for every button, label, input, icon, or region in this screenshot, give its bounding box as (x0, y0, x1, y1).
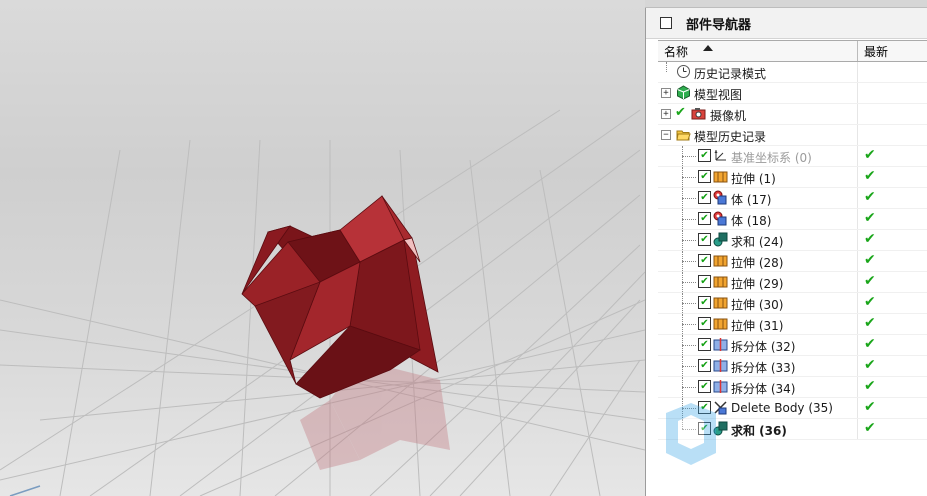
visibility-checkbox[interactable]: ✔ (698, 191, 711, 204)
tree-item-label: 拆分体 (33) (731, 361, 796, 375)
tree-item-feature[interactable]: ✔ 基准坐标系 (0) ✔ (658, 146, 927, 167)
collapse-minus-icon[interactable]: − (661, 130, 671, 140)
visibility-checkbox[interactable]: ✔ (698, 254, 711, 267)
tree-item-feature[interactable]: ✔ 拆分体 (32) ✔ (658, 335, 927, 356)
tree-item-label: 体 (18) (731, 214, 772, 228)
split-body-icon (713, 379, 728, 394)
expand-plus-icon[interactable]: + (661, 109, 671, 119)
column-header: 名称 最新 (658, 40, 927, 62)
split-body-icon (713, 337, 728, 352)
3d-scene (0, 109, 645, 496)
visibility-checkbox[interactable]: ✔ (698, 296, 711, 309)
tree-item-label: Delete Body (35) (731, 401, 833, 415)
tree-item-label: 拉伸 (28) (731, 256, 784, 270)
tree-item-feature[interactable]: ✔ 拉伸 (29) ✔ (658, 272, 927, 293)
latest-check-icon: ✔ (864, 294, 876, 310)
tree-item-model-views[interactable]: + 模型视图 (658, 83, 927, 104)
clock-icon (677, 65, 690, 78)
model-views-icon (677, 85, 690, 100)
tree-item-label: 模型视图 (694, 88, 743, 102)
visibility-checkbox[interactable]: ✔ (698, 212, 711, 225)
sort-ascending-icon[interactable] (703, 45, 713, 51)
visibility-checkbox[interactable]: ✔ (698, 170, 711, 183)
navigator-title: 部件导航器 (686, 17, 752, 33)
tree-item-label: 拆分体 (32) (731, 340, 796, 354)
tree-item-label: 基准坐标系 (0) (731, 151, 812, 165)
graphics-viewport[interactable] (0, 0, 645, 496)
visibility-checkbox[interactable]: ✔ (698, 359, 711, 372)
tree-item-label: 历史记录模式 (694, 67, 767, 81)
split-body-icon (713, 358, 728, 373)
panel-menu-icon[interactable] (660, 17, 672, 29)
tree-item-label: 体 (17) (731, 193, 772, 207)
tree-item-label: 拉伸 (31) (731, 319, 784, 333)
column-divider[interactable] (857, 41, 858, 61)
latest-check-icon: ✔ (864, 147, 876, 163)
coordinate-triad (9, 485, 41, 496)
tree-item-label: 求和 (24) (731, 235, 784, 249)
tree-item-feature[interactable]: ✔ 体 (18) ✔ (658, 209, 927, 230)
latest-check-icon: ✔ (864, 252, 876, 268)
latest-check-icon: ✔ (864, 315, 876, 331)
tree-item-label: 拉伸 (29) (731, 277, 784, 291)
folder-open-icon (676, 130, 691, 141)
extrude-icon (713, 274, 728, 289)
tree-item-label: 求和 (36) (731, 424, 787, 438)
visibility-checkbox[interactable]: ✔ (698, 422, 711, 435)
camera-icon (691, 108, 706, 120)
extrude-icon (713, 316, 728, 331)
latest-check-icon: ✔ (864, 420, 876, 436)
tree-item-feature[interactable]: ✔ 拆分体 (33) ✔ (658, 356, 927, 377)
latest-check-icon: ✔ (864, 399, 876, 415)
body-icon (713, 190, 728, 205)
visibility-checkbox[interactable]: ✔ (698, 233, 711, 246)
visibility-checkbox[interactable]: ✔ (698, 380, 711, 393)
tree-item-label: 拉伸 (1) (731, 172, 776, 186)
check-icon: ✔ (675, 105, 686, 120)
latest-check-icon: ✔ (864, 231, 876, 247)
visibility-checkbox[interactable]: ✔ (698, 401, 711, 414)
tree-item-label: 拆分体 (34) (731, 382, 796, 396)
tree-item-camera[interactable]: + ✔ 摄像机 (658, 104, 927, 125)
extrude-icon (713, 169, 728, 184)
tree-item-feature[interactable]: ✔ 求和 (24) ✔ (658, 230, 927, 251)
tree-item-feature[interactable]: ✔ 拉伸 (30) ✔ (658, 293, 927, 314)
visibility-checkbox[interactable]: ✔ (698, 317, 711, 330)
tree-item-label: 摄像机 (710, 109, 747, 123)
visibility-checkbox[interactable]: ✔ (698, 338, 711, 351)
latest-check-icon: ✔ (864, 357, 876, 373)
delete-body-icon (713, 400, 728, 415)
extrude-icon (713, 253, 728, 268)
latest-check-icon: ✔ (864, 168, 876, 184)
tree-item-label: 拉伸 (30) (731, 298, 784, 312)
navigator-header: 部件导航器 (646, 8, 927, 39)
tree-item-feature[interactable]: ✔ 拉伸 (31) ✔ (658, 314, 927, 335)
tree-item-label: 模型历史记录 (694, 130, 767, 144)
tree-item-feature[interactable]: ✔ 拉伸 (1) ✔ (658, 167, 927, 188)
latest-check-icon: ✔ (864, 210, 876, 226)
column-name-header[interactable]: 名称 (664, 43, 688, 60)
part-navigator-panel: 部件导航器 名称 最新 历史记录模式 + 模型视图 + ✔ 摄像机 − 模型历史… (645, 8, 927, 496)
navigator-tree: 历史记录模式 + 模型视图 + ✔ 摄像机 − 模型历史记录 ✔ 基准坐标系 (0… (658, 62, 927, 440)
latest-check-icon: ✔ (864, 189, 876, 205)
tree-item-feature[interactable]: ✔ 体 (17) ✔ (658, 188, 927, 209)
tree-item-feature[interactable]: ✔ Delete Body (35) ✔ (658, 398, 927, 419)
tree-item-feature[interactable]: ✔ 拉伸 (28) ✔ (658, 251, 927, 272)
body-icon (713, 211, 728, 226)
tree-item-model-history[interactable]: − 模型历史记录 (658, 125, 927, 146)
tree-item-feature[interactable]: ✔ 求和 (36) ✔ (658, 419, 927, 440)
unite-icon (713, 232, 728, 247)
unite-icon (713, 421, 728, 436)
tree-item-feature[interactable]: ✔ 拆分体 (34) ✔ (658, 377, 927, 398)
extrude-icon (713, 295, 728, 310)
latest-check-icon: ✔ (864, 336, 876, 352)
datum-csys-icon (713, 148, 728, 163)
visibility-checkbox[interactable]: ✔ (698, 149, 711, 162)
latest-check-icon: ✔ (864, 273, 876, 289)
column-latest-header[interactable]: 最新 (864, 43, 888, 60)
visibility-checkbox[interactable]: ✔ (698, 275, 711, 288)
latest-check-icon: ✔ (864, 378, 876, 394)
tree-item-history-mode[interactable]: 历史记录模式 (658, 62, 927, 83)
expand-plus-icon[interactable]: + (661, 88, 671, 98)
